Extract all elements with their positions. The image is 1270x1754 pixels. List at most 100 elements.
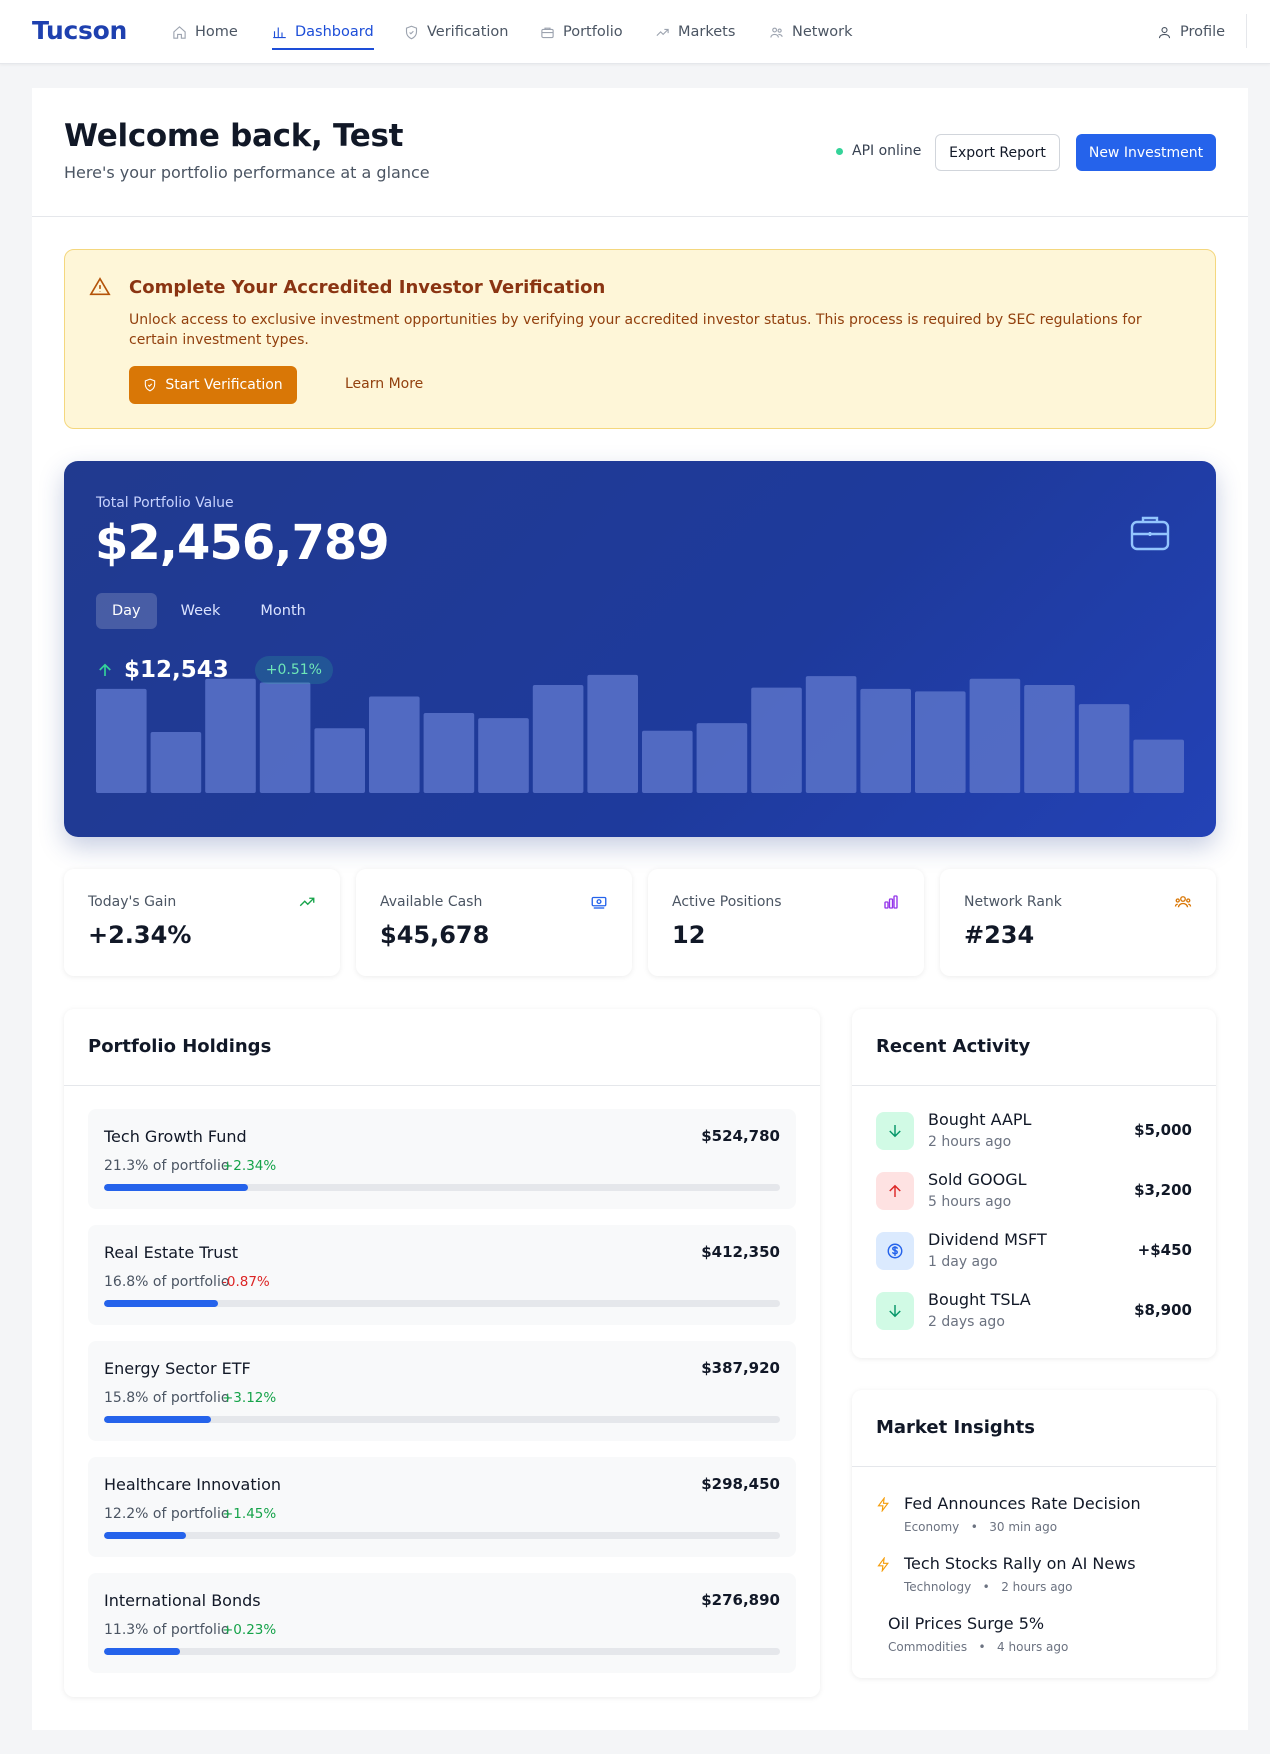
activity-item[interactable]: Sold GOOGL 5 hours ago $3,200 xyxy=(876,1169,1192,1215)
holding-row[interactable]: Tech Growth Fund $524,780 21.3% of portf… xyxy=(88,1109,796,1209)
holding-row[interactable]: Energy Sector ETF $387,920 15.8% of port… xyxy=(88,1341,796,1441)
lightning-icon xyxy=(877,1497,889,1512)
insight-time: 2 hours ago xyxy=(1001,1580,1073,1594)
chart-bar xyxy=(805,676,857,793)
holding-row[interactable]: Healthcare Innovation $298,450 12.2% of … xyxy=(88,1457,796,1557)
card-divider xyxy=(852,1085,1216,1086)
insights-title: Market Insights xyxy=(876,1417,1035,1438)
stat-label: Network Rank xyxy=(964,894,1062,910)
holding-row[interactable]: International Bonds $276,890 11.3% of po… xyxy=(88,1573,796,1673)
learn-more-link[interactable]: Learn More xyxy=(345,376,423,392)
activity-item[interactable]: Bought AAPL 2 hours ago $5,000 xyxy=(876,1109,1192,1155)
portfolio-value-label: Total Portfolio Value xyxy=(96,495,234,511)
insight-meta: Economy • 30 min ago xyxy=(904,1520,1058,1534)
tab-week[interactable]: Week xyxy=(165,593,237,629)
insight-meta: Technology • 2 hours ago xyxy=(904,1580,1073,1594)
warning-icon xyxy=(89,277,111,296)
holding-share: 12.2% of portfolio xyxy=(104,1506,230,1522)
chart-bar xyxy=(587,674,638,793)
holding-row[interactable]: Real Estate Trust $412,350 16.8% of port… xyxy=(88,1225,796,1325)
chart-bar xyxy=(1078,704,1130,793)
holding-change: +0.23% xyxy=(222,1622,277,1638)
chart-bar xyxy=(478,718,529,793)
tab-month[interactable]: Month xyxy=(244,593,321,629)
chart-bar xyxy=(751,687,802,793)
insight-item[interactable]: Tech Stocks Rally on AI News Technology … xyxy=(876,1554,1192,1600)
nav-label: Verification xyxy=(427,24,509,40)
portfolio-holdings-card: Portfolio Holdings Tech Growth Fund $524… xyxy=(64,1009,820,1697)
bar-chart-icon xyxy=(884,895,898,909)
insight-time: 4 hours ago xyxy=(997,1640,1069,1654)
activity-title-text: Bought TSLA xyxy=(928,1290,1031,1309)
chart-bar xyxy=(969,678,1021,793)
activity-item[interactable]: Dividend MSFT 1 day ago +$450 xyxy=(876,1229,1192,1275)
nav-item-profile[interactable]: Profile xyxy=(1157,0,1225,64)
users-icon xyxy=(1174,896,1192,908)
timeframe-tabs: Day Week Month xyxy=(96,593,330,629)
holding-value: $524,780 xyxy=(701,1127,780,1145)
activity-amount: $8,900 xyxy=(1134,1301,1192,1319)
activity-amount: +$450 xyxy=(1137,1241,1192,1259)
briefcase-icon xyxy=(1130,516,1170,551)
nav-item-network[interactable]: Network xyxy=(769,0,853,64)
stat-card-network-rank: Network Rank #234 xyxy=(940,869,1216,976)
holding-name: Healthcare Innovation xyxy=(104,1475,282,1494)
stat-value: #234 xyxy=(964,921,1035,949)
holding-allocation-bar xyxy=(104,1648,780,1655)
insight-category: Commodities xyxy=(888,1640,968,1654)
user-icon xyxy=(1158,26,1171,38)
api-status: API online xyxy=(836,143,921,159)
activity-title-text: Sold GOOGL xyxy=(928,1170,1027,1189)
holding-allocation-bar xyxy=(104,1532,780,1539)
holding-change: -0.87% xyxy=(222,1274,270,1290)
holding-share: 15.8% of portfolio xyxy=(104,1390,230,1406)
chart-bar xyxy=(1133,739,1184,793)
nav-item-portfolio[interactable]: Portfolio xyxy=(540,0,623,64)
arrow-up-icon xyxy=(889,1184,901,1197)
alert-title: Complete Your Accredited Investor Verifi… xyxy=(129,277,606,298)
nav-item-markets[interactable]: Markets xyxy=(655,0,735,64)
cash-icon xyxy=(591,896,607,909)
stat-card-available-cash: Available Cash $45,678 xyxy=(356,869,632,976)
insight-meta: Commodities • 4 hours ago xyxy=(888,1640,1069,1654)
dashboard-panel: Welcome back, Test Here's your portfolio… xyxy=(32,88,1248,1730)
nav-item-home[interactable]: Home xyxy=(172,0,238,64)
insight-category: Economy xyxy=(904,1520,960,1534)
stat-value: +2.34% xyxy=(88,921,192,949)
activity-title-text: Dividend MSFT xyxy=(928,1230,1047,1249)
chart-bar xyxy=(915,691,966,793)
allocation-fill xyxy=(104,1532,187,1539)
activity-item[interactable]: Bought TSLA 2 days ago $8,900 xyxy=(876,1289,1192,1335)
bar-chart-icon xyxy=(273,27,286,38)
brand-logo[interactable]: Tucson xyxy=(32,16,127,45)
activity-icon-badge xyxy=(876,1112,914,1150)
insight-item[interactable]: Fed Announces Rate Decision Economy • 30… xyxy=(876,1494,1192,1540)
stat-label: Today's Gain xyxy=(88,894,177,910)
holding-change: +2.34% xyxy=(222,1158,277,1174)
activity-icon-badge xyxy=(876,1292,914,1330)
holding-change: +3.12% xyxy=(222,1390,277,1406)
start-verification-button[interactable]: Start Verification xyxy=(129,366,297,404)
holding-name: International Bonds xyxy=(104,1591,261,1610)
insight-category: Technology xyxy=(904,1580,972,1594)
verification-alert: Complete Your Accredited Investor Verifi… xyxy=(64,249,1216,429)
holding-allocation-bar xyxy=(104,1184,780,1191)
insight-item[interactable]: Oil Prices Surge 5% Commodities • 4 hour… xyxy=(876,1614,1192,1660)
trending-up-icon xyxy=(656,28,669,36)
arrow-up-icon xyxy=(99,663,111,676)
nav-item-dashboard[interactable]: Dashboard xyxy=(272,0,374,64)
activity-time: 2 hours ago xyxy=(928,1134,1012,1150)
holding-allocation-bar xyxy=(104,1416,780,1423)
active-underline xyxy=(272,48,374,50)
holding-share: 11.3% of portfolio xyxy=(104,1622,230,1638)
tab-day[interactable]: Day xyxy=(96,593,157,629)
new-investment-button[interactable]: New Investment xyxy=(1076,134,1216,171)
arrow-down-icon xyxy=(889,1125,901,1138)
alert-text: Unlock access to exclusive investment op… xyxy=(129,312,1142,348)
export-report-button[interactable]: Export Report xyxy=(935,134,1060,171)
briefcase-icon xyxy=(541,27,554,38)
allocation-fill xyxy=(104,1416,211,1423)
recent-activity-card: Recent Activity Bought AAPL 2 hours ago … xyxy=(852,1009,1216,1358)
chart-bar xyxy=(369,696,420,793)
nav-item-verification[interactable]: Verification xyxy=(404,0,508,64)
